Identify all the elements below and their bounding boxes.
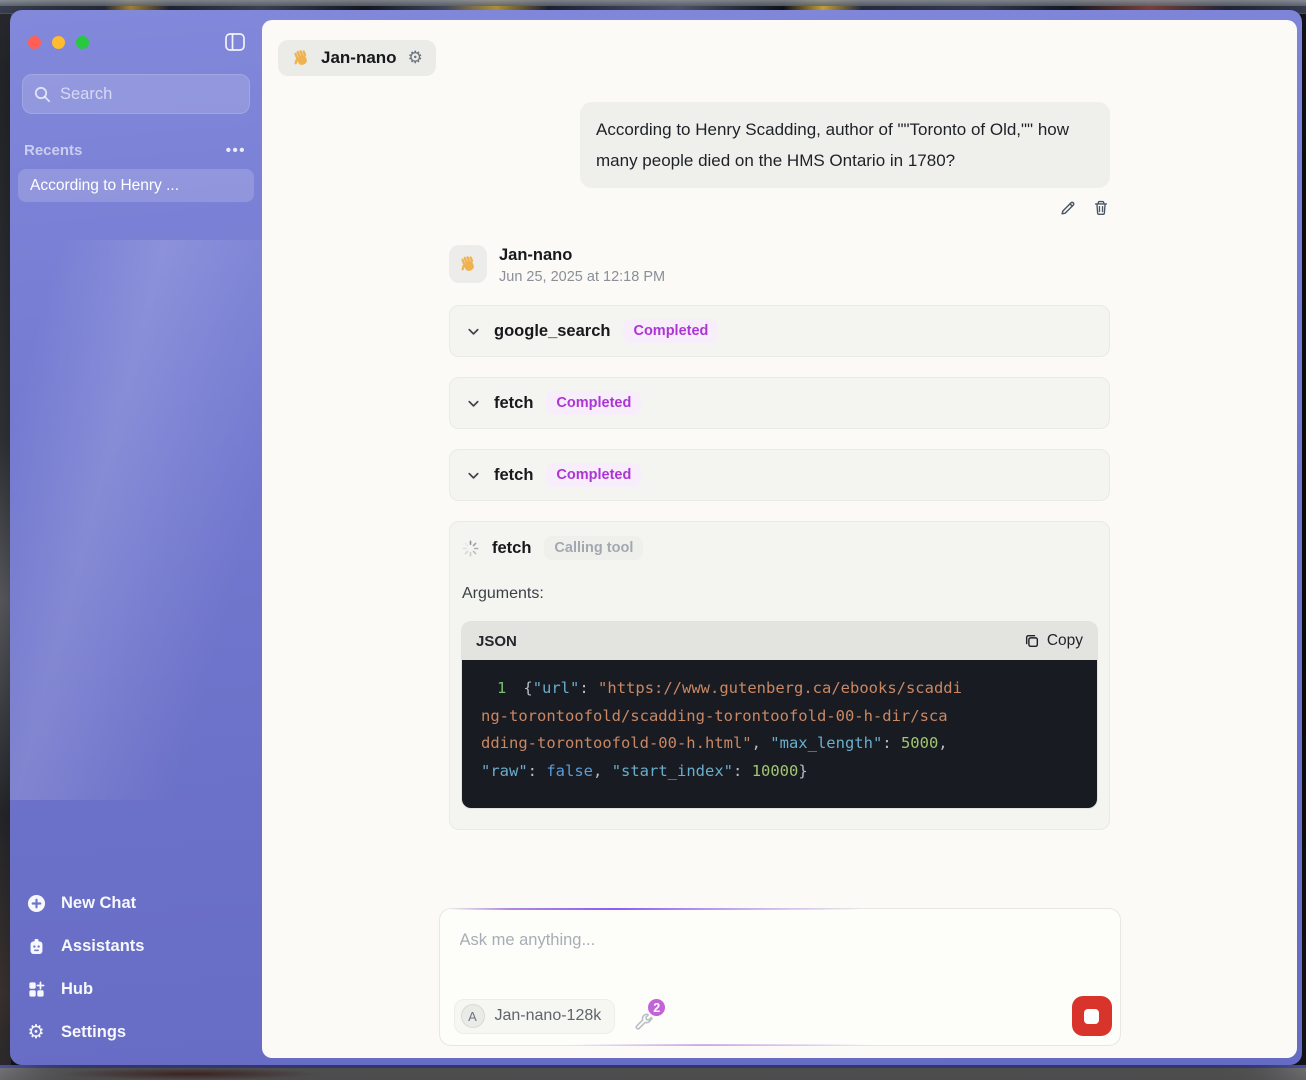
tool-call-card: fetch Completed — [449, 449, 1110, 501]
chevron-down-icon — [466, 324, 481, 339]
tools-indicator[interactable]: 2 — [633, 999, 663, 1033]
search-input[interactable] — [60, 85, 280, 104]
sidebar-toggle-icon[interactable] — [224, 32, 246, 52]
assistant-avatar — [449, 245, 487, 283]
model-selector[interactable]: A Jan-nano-128k — [454, 999, 616, 1034]
sidebar-item-new-chat[interactable]: New Chat — [22, 890, 250, 916]
tool-call-card: google_search Completed — [449, 305, 1110, 357]
tool-call-toggle[interactable]: google_search Completed — [450, 306, 1109, 356]
status-badge: Calling tool — [544, 536, 643, 560]
recents-more-icon[interactable]: ••• — [226, 142, 246, 159]
copy-icon — [1024, 633, 1040, 649]
delete-trash-icon[interactable] — [1092, 199, 1110, 217]
sidebar-titlebar — [22, 10, 250, 74]
recents-header: Recents ••• — [24, 142, 246, 159]
close-window-button[interactable] — [28, 36, 41, 49]
chat-title: Jan-nano — [321, 48, 397, 68]
user-message-bubble: According to Henry Scadding, author of "… — [580, 102, 1110, 188]
spinner-icon — [462, 540, 479, 557]
window-controls — [28, 36, 89, 49]
recent-chat-label: According to Henry ... — [30, 177, 179, 195]
settings-label: Settings — [61, 1023, 126, 1042]
assistant-timestamp: Jun 25, 2025 at 12:18 PM — [499, 269, 665, 285]
chat-thread: According to Henry Scadding, author of "… — [449, 76, 1110, 830]
tool-name: fetch — [492, 539, 531, 558]
blocks-icon — [26, 979, 46, 999]
code-block: JSON Copy 1{"url": "https://www.gutenber… — [461, 621, 1098, 809]
chevron-down-icon — [466, 468, 481, 483]
chat-header: Jan-nano ⚙ — [262, 20, 1297, 76]
sidebar-item-assistants[interactable]: Assistants — [22, 933, 250, 959]
copy-label: Copy — [1047, 632, 1083, 650]
chat-settings-gear-icon[interactable]: ⚙ — [408, 50, 423, 67]
tool-name: google_search — [494, 322, 610, 341]
sidebar-item-settings[interactable]: ⚙ Settings — [22, 1019, 250, 1045]
plus-circle-icon — [26, 893, 46, 913]
status-badge: Completed — [623, 319, 718, 343]
status-badge: Completed — [546, 463, 641, 487]
tools-count-badge: 2 — [646, 997, 667, 1018]
assistants-label: Assistants — [61, 937, 144, 956]
tool-call-toggle[interactable]: fetch Completed — [450, 450, 1109, 500]
arguments-label: Arguments: — [450, 574, 1109, 611]
gear-icon: ⚙ — [26, 1022, 46, 1042]
robot-icon — [26, 936, 46, 956]
stop-square-icon — [1084, 1009, 1099, 1024]
assistant-name: Jan-nano — [499, 245, 665, 265]
sidebar-bottom-nav: New Chat Assistants Hub ⚙ Settings — [22, 890, 250, 1045]
composer: A Jan-nano-128k 2 — [439, 908, 1121, 1046]
chat-panel: Jan-nano ⚙ According to Henry Scadding, … — [262, 20, 1297, 1058]
tool-call-toggle[interactable]: fetch Completed — [450, 378, 1109, 428]
zoom-window-button[interactable] — [76, 36, 89, 49]
search-box — [22, 74, 250, 114]
code-content: 1{"url": "https://www.gutenberg.ca/ebook… — [462, 660, 1097, 808]
tool-name: fetch — [494, 466, 533, 485]
code-language-label: JSON — [476, 633, 517, 650]
message-actions — [449, 199, 1110, 217]
recents-label: Recents — [24, 142, 82, 159]
app-window: Recents ••• According to Henry ... New C… — [10, 10, 1302, 1065]
status-badge: Completed — [546, 391, 641, 415]
chat-header-pill: Jan-nano ⚙ — [278, 40, 436, 76]
copy-button[interactable]: Copy — [1024, 632, 1083, 650]
user-message-text: According to Henry Scadding, author of "… — [596, 120, 1069, 170]
tool-call-card: fetch Completed — [449, 377, 1110, 429]
tool-call-card-running: fetch Calling tool Arguments: JSON Copy — [449, 521, 1110, 830]
hub-label: Hub — [61, 980, 93, 999]
edit-pencil-icon[interactable] — [1059, 199, 1077, 217]
search-icon — [34, 86, 51, 103]
desktop-wallpaper-bottom — [0, 1065, 1306, 1080]
message-input[interactable] — [440, 909, 1120, 950]
assistant-header: Jan-nano Jun 25, 2025 at 12:18 PM — [449, 245, 1110, 285]
wave-emoji-icon — [291, 48, 312, 69]
code-header: JSON Copy — [462, 622, 1097, 660]
sidebar: Recents ••• According to Henry ... New C… — [10, 10, 262, 1065]
minimize-window-button[interactable] — [52, 36, 65, 49]
stop-button[interactable] — [1072, 996, 1112, 1036]
sidebar-item-hub[interactable]: Hub — [22, 976, 250, 1002]
sidebar-item-recent-chat[interactable]: According to Henry ... — [18, 169, 254, 202]
tool-name: fetch — [494, 394, 533, 413]
tool-call-toggle[interactable]: fetch Calling tool — [450, 522, 1109, 574]
model-avatar: A — [461, 1004, 485, 1028]
model-name: Jan-nano-128k — [495, 1007, 602, 1025]
new-chat-label: New Chat — [61, 894, 136, 913]
chevron-down-icon — [466, 396, 481, 411]
composer-toolbar: A Jan-nano-128k 2 — [454, 996, 1112, 1036]
